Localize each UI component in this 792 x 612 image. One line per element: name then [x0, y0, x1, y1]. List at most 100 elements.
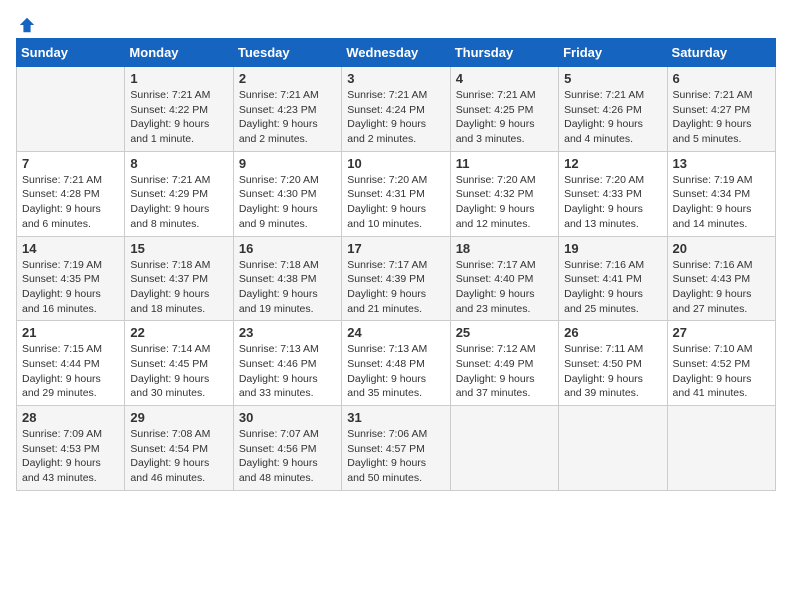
day-info: Sunrise: 7:12 AM Sunset: 4:49 PM Dayligh…	[456, 342, 553, 401]
calendar-cell: 11 Sunrise: 7:20 AM Sunset: 4:32 PM Dayli…	[450, 151, 558, 236]
day-info: Sunrise: 7:21 AM Sunset: 4:23 PM Dayligh…	[239, 88, 336, 147]
calendar-cell	[559, 406, 667, 491]
day-header-sunday: Sunday	[17, 39, 125, 67]
day-number: 12	[564, 156, 661, 171]
day-number: 26	[564, 325, 661, 340]
day-number: 20	[673, 241, 770, 256]
calendar-cell: 27Sunrise: 7:10 AM Sunset: 4:52 PM Dayli…	[667, 321, 775, 406]
day-info: Sunrise: 7:21 AM Sunset: 4:28 PM Dayligh…	[22, 173, 119, 232]
day-number: 30	[239, 410, 336, 425]
day-info: Sunrise: 7:20 AM Sunset: 4:31 PM Dayligh…	[347, 173, 444, 232]
day-info: Sunrise: 7:21 AM Sunset: 4:27 PM Dayligh…	[673, 88, 770, 147]
day-number: 7	[22, 156, 119, 171]
day-info: Sunrise: 7:19 AM Sunset: 4:35 PM Dayligh…	[22, 258, 119, 317]
day-info: Sunrise: 7:13 AM Sunset: 4:46 PM Dayligh…	[239, 342, 336, 401]
day-info: Sunrise: 7:08 AM Sunset: 4:54 PM Dayligh…	[130, 427, 227, 486]
day-number: 16	[239, 241, 336, 256]
day-number: 17	[347, 241, 444, 256]
calendar-table: SundayMondayTuesdayWednesdayThursdayFrid…	[16, 38, 776, 491]
calendar-week-4: 21 Sunrise: 7:15 AM Sunset: 4:44 PM Dayli…	[17, 321, 776, 406]
calendar-cell: 16 Sunrise: 7:18 AM Sunset: 4:38 PM Dayli…	[233, 236, 341, 321]
day-header-friday: Friday	[559, 39, 667, 67]
day-number: 6	[673, 71, 770, 86]
calendar-cell: 2 Sunrise: 7:21 AM Sunset: 4:23 PM Daylig…	[233, 67, 341, 152]
day-number: 21	[22, 325, 119, 340]
calendar-week-1: 1 Sunrise: 7:21 AM Sunset: 4:22 PM Daylig…	[17, 67, 776, 152]
day-header-monday: Monday	[125, 39, 233, 67]
calendar-cell: 19Sunrise: 7:16 AM Sunset: 4:41 PM Dayli…	[559, 236, 667, 321]
day-info: Sunrise: 7:14 AM Sunset: 4:45 PM Dayligh…	[130, 342, 227, 401]
day-info: Sunrise: 7:20 AM Sunset: 4:30 PM Dayligh…	[239, 173, 336, 232]
calendar-cell: 8 Sunrise: 7:21 AM Sunset: 4:29 PM Daylig…	[125, 151, 233, 236]
day-info: Sunrise: 7:21 AM Sunset: 4:29 PM Dayligh…	[130, 173, 227, 232]
day-info: Sunrise: 7:21 AM Sunset: 4:25 PM Dayligh…	[456, 88, 553, 147]
calendar-cell: 3 Sunrise: 7:21 AM Sunset: 4:24 PM Daylig…	[342, 67, 450, 152]
day-info: Sunrise: 7:09 AM Sunset: 4:53 PM Dayligh…	[22, 427, 119, 486]
day-number: 4	[456, 71, 553, 86]
day-info: Sunrise: 7:21 AM Sunset: 4:24 PM Dayligh…	[347, 88, 444, 147]
day-number: 28	[22, 410, 119, 425]
calendar-cell: 23 Sunrise: 7:13 AM Sunset: 4:46 PM Dayli…	[233, 321, 341, 406]
calendar-cell: 5Sunrise: 7:21 AM Sunset: 4:26 PM Daylig…	[559, 67, 667, 152]
day-number: 23	[239, 325, 336, 340]
day-number: 2	[239, 71, 336, 86]
day-number: 14	[22, 241, 119, 256]
calendar-cell: 7 Sunrise: 7:21 AM Sunset: 4:28 PM Daylig…	[17, 151, 125, 236]
calendar-cell: 29 Sunrise: 7:08 AM Sunset: 4:54 PM Dayli…	[125, 406, 233, 491]
calendar-cell: 26 Sunrise: 7:11 AM Sunset: 4:50 PM Dayli…	[559, 321, 667, 406]
day-info: Sunrise: 7:18 AM Sunset: 4:38 PM Dayligh…	[239, 258, 336, 317]
calendar-cell: 18 Sunrise: 7:17 AM Sunset: 4:40 PM Dayli…	[450, 236, 558, 321]
calendar-cell: 10 Sunrise: 7:20 AM Sunset: 4:31 PM Dayli…	[342, 151, 450, 236]
day-number: 1	[130, 71, 227, 86]
day-header-saturday: Saturday	[667, 39, 775, 67]
calendar-cell: 9 Sunrise: 7:20 AM Sunset: 4:30 PM Daylig…	[233, 151, 341, 236]
calendar-cell	[450, 406, 558, 491]
day-info: Sunrise: 7:19 AM Sunset: 4:34 PM Dayligh…	[673, 173, 770, 232]
calendar-cell: 22 Sunrise: 7:14 AM Sunset: 4:45 PM Dayli…	[125, 321, 233, 406]
calendar-cell: 24 Sunrise: 7:13 AM Sunset: 4:48 PM Dayli…	[342, 321, 450, 406]
day-info: Sunrise: 7:21 AM Sunset: 4:22 PM Dayligh…	[130, 88, 227, 147]
day-header-thursday: Thursday	[450, 39, 558, 67]
calendar-cell: 13 Sunrise: 7:19 AM Sunset: 4:34 PM Dayli…	[667, 151, 775, 236]
day-info: Sunrise: 7:15 AM Sunset: 4:44 PM Dayligh…	[22, 342, 119, 401]
day-info: Sunrise: 7:13 AM Sunset: 4:48 PM Dayligh…	[347, 342, 444, 401]
calendar-cell: 4 Sunrise: 7:21 AM Sunset: 4:25 PM Daylig…	[450, 67, 558, 152]
day-number: 25	[456, 325, 553, 340]
day-info: Sunrise: 7:07 AM Sunset: 4:56 PM Dayligh…	[239, 427, 336, 486]
day-number: 18	[456, 241, 553, 256]
calendar-cell: 28 Sunrise: 7:09 AM Sunset: 4:53 PM Dayli…	[17, 406, 125, 491]
calendar-cell: 14 Sunrise: 7:19 AM Sunset: 4:35 PM Dayli…	[17, 236, 125, 321]
day-info: Sunrise: 7:11 AM Sunset: 4:50 PM Dayligh…	[564, 342, 661, 401]
day-info: Sunrise: 7:20 AM Sunset: 4:32 PM Dayligh…	[456, 173, 553, 232]
day-info: Sunrise: 7:06 AM Sunset: 4:57 PM Dayligh…	[347, 427, 444, 486]
day-number: 9	[239, 156, 336, 171]
calendar-week-2: 7 Sunrise: 7:21 AM Sunset: 4:28 PM Daylig…	[17, 151, 776, 236]
calendar-cell: 15Sunrise: 7:18 AM Sunset: 4:37 PM Dayli…	[125, 236, 233, 321]
calendar-cell: 21 Sunrise: 7:15 AM Sunset: 4:44 PM Dayli…	[17, 321, 125, 406]
day-info: Sunrise: 7:16 AM Sunset: 4:41 PM Dayligh…	[564, 258, 661, 317]
calendar-cell: 6 Sunrise: 7:21 AM Sunset: 4:27 PM Daylig…	[667, 67, 775, 152]
day-info: Sunrise: 7:17 AM Sunset: 4:40 PM Dayligh…	[456, 258, 553, 317]
calendar-cell	[667, 406, 775, 491]
calendar-cell: 30 Sunrise: 7:07 AM Sunset: 4:56 PM Dayli…	[233, 406, 341, 491]
day-number: 24	[347, 325, 444, 340]
day-header-wednesday: Wednesday	[342, 39, 450, 67]
calendar-cell: 17Sunrise: 7:17 AM Sunset: 4:39 PM Dayli…	[342, 236, 450, 321]
day-number: 8	[130, 156, 227, 171]
day-number: 31	[347, 410, 444, 425]
day-number: 15	[130, 241, 227, 256]
logo	[16, 16, 36, 28]
day-info: Sunrise: 7:20 AM Sunset: 4:33 PM Dayligh…	[564, 173, 661, 232]
day-number: 22	[130, 325, 227, 340]
calendar-cell: 1 Sunrise: 7:21 AM Sunset: 4:22 PM Daylig…	[125, 67, 233, 152]
calendar-cell	[17, 67, 125, 152]
day-number: 11	[456, 156, 553, 171]
calendar-cell: 20Sunrise: 7:16 AM Sunset: 4:43 PM Dayli…	[667, 236, 775, 321]
calendar-header-row: SundayMondayTuesdayWednesdayThursdayFrid…	[17, 39, 776, 67]
day-number: 10	[347, 156, 444, 171]
day-number: 29	[130, 410, 227, 425]
day-number: 3	[347, 71, 444, 86]
day-info: Sunrise: 7:10 AM Sunset: 4:52 PM Dayligh…	[673, 342, 770, 401]
day-number: 13	[673, 156, 770, 171]
calendar-cell: 25 Sunrise: 7:12 AM Sunset: 4:49 PM Dayli…	[450, 321, 558, 406]
